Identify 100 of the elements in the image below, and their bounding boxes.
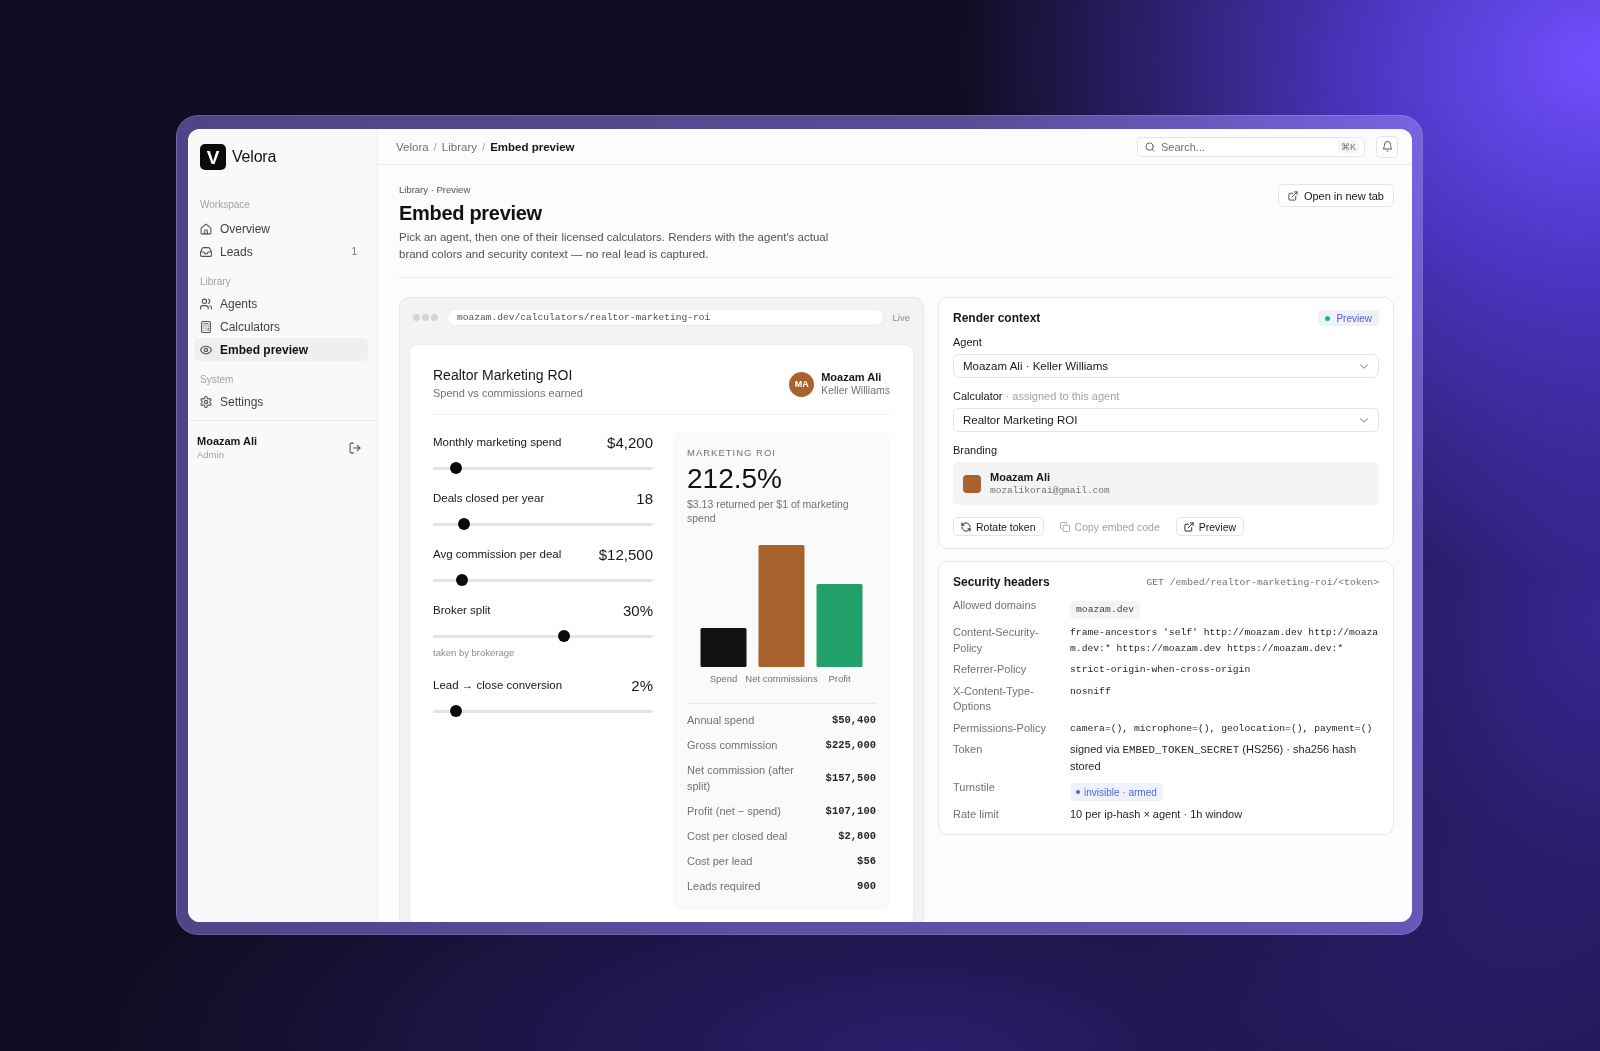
stat-value: 900 xyxy=(856,879,876,892)
search-icon xyxy=(1145,141,1155,152)
header-name: Content-Security-Policy xyxy=(953,625,1040,656)
slider-thumb[interactable] xyxy=(457,518,470,530)
open-new-tab-button[interactable]: Open in new tab xyxy=(1277,184,1394,207)
stat-label: Leads required xyxy=(687,878,762,894)
inbox-icon xyxy=(200,245,212,258)
dropdown[interactable]: Realtor Marketing ROI xyxy=(953,408,1379,432)
slider-thumb[interactable] xyxy=(455,574,468,586)
stat-label: Cost per lead xyxy=(687,853,754,869)
section-label: Workspace xyxy=(199,198,251,212)
user-role: Admin xyxy=(197,448,225,461)
logout-icon[interactable] xyxy=(349,441,361,454)
breadcrumb-separator: / xyxy=(481,140,486,153)
breadcrumb-link[interactable]: Library xyxy=(441,140,477,153)
header-value: strict-origin-when-cross-origin xyxy=(1070,663,1252,677)
stat-label: Cost per closed deal xyxy=(687,828,789,844)
metric-caption: $3.13 returned per $1 of marketing spend xyxy=(687,497,850,525)
slider-thumb[interactable] xyxy=(449,462,462,474)
slider-label: Broker split xyxy=(433,604,491,616)
slider-thumb[interactable] xyxy=(557,630,570,642)
slider-label: Lead → close conversion xyxy=(433,679,563,691)
breadcrumb-current: Embed preview xyxy=(490,140,575,153)
chart-label: Net commissions xyxy=(745,673,818,684)
live-label: Live xyxy=(892,311,910,323)
user-name: Moazam Ali xyxy=(197,434,258,448)
nav-item[interactable]: Leads 1 xyxy=(194,240,368,263)
nav-item[interactable]: Calculators xyxy=(194,315,368,338)
slider-label: Avg commission per deal xyxy=(433,548,562,560)
notifications-button[interactable] xyxy=(1376,135,1398,158)
copy-icon xyxy=(1059,521,1070,532)
home-icon xyxy=(200,222,212,235)
metric-value: 212.5% xyxy=(687,463,783,495)
nav-item[interactable]: Settings xyxy=(194,390,368,413)
action-button[interactable]: Rotate token xyxy=(953,517,1044,536)
header-name: Allowed domains xyxy=(953,598,1038,613)
external-link-icon xyxy=(1183,521,1194,532)
header-name: Rate limit xyxy=(953,807,1000,822)
action-button[interactable]: Preview xyxy=(1175,517,1245,536)
metric-label: MARKETING ROI xyxy=(687,447,777,459)
card-title: Render context xyxy=(953,311,1041,325)
stat-label: Profit (net − spend) xyxy=(687,803,782,819)
header-value: camera=(), microphone=(), geolocation=(), payment=() xyxy=(1070,721,1374,736)
section-label: System xyxy=(199,373,235,387)
stat-value: $107,100 xyxy=(825,804,876,817)
bell-icon xyxy=(1381,141,1393,152)
calculator-title: Realtor Marketing ROI xyxy=(433,367,574,384)
window-dots-icon xyxy=(413,313,438,321)
address-bar: moazam.dev/calculators/realtor-marketing-roi xyxy=(447,308,884,326)
field-label: Agent xyxy=(953,336,982,348)
external-link-icon xyxy=(1287,190,1298,201)
stat-value: $50,400 xyxy=(830,713,876,726)
chevron-down-icon xyxy=(1360,363,1368,369)
header-name: Permissions-Policy xyxy=(953,720,1047,736)
users-icon xyxy=(200,297,212,310)
eye-icon xyxy=(200,343,212,356)
nav-item[interactable]: Overview xyxy=(194,217,368,240)
dropdown[interactable]: Moazam Ali · Keller Williams xyxy=(953,354,1379,378)
stat-label: Net commission (after split) xyxy=(687,762,795,794)
item-count: 1 xyxy=(351,246,357,257)
stat-label: Gross commission xyxy=(687,737,779,753)
agent-company: Keller Williams xyxy=(821,384,890,397)
page-title: Embed preview xyxy=(399,201,543,225)
status-text: invisible · armed xyxy=(1084,786,1157,798)
brand-name: Moazam Ali xyxy=(990,470,1052,484)
breadcrumb-link[interactable]: Velora xyxy=(396,140,429,153)
stat-value: $2,800 xyxy=(837,829,876,842)
field-label: Branding xyxy=(953,444,998,456)
breadcrumb-separator: / xyxy=(433,140,437,153)
nav-item[interactable]: Agents xyxy=(194,292,368,315)
header-name: Token xyxy=(953,742,984,757)
status-dot-icon xyxy=(1076,790,1080,794)
field-label: Calculator xyxy=(953,390,1003,402)
header-name: Referrer-Policy xyxy=(953,662,1028,677)
slider-value: $4,200 xyxy=(607,433,653,451)
agent-name: Moazam Ali xyxy=(821,371,883,384)
header-name: X-Content-Type-Options xyxy=(953,683,1035,714)
nav-item[interactable]: Embed preview xyxy=(194,338,368,361)
stat-label: Annual spend xyxy=(687,712,756,728)
logo-mark: V xyxy=(200,144,226,170)
slider-value: $12,500 xyxy=(598,545,653,563)
status-dot-icon xyxy=(1325,315,1331,321)
settings-icon xyxy=(200,395,212,408)
page-eyebrow: Library · Preview xyxy=(399,184,472,196)
refresh-icon xyxy=(961,521,971,532)
slider-value: 2% xyxy=(631,676,653,694)
header-value: 10 per ip-hash × agent · 1h window xyxy=(1070,807,1244,822)
slider-value: 30% xyxy=(622,601,653,619)
slider-thumb[interactable] xyxy=(449,705,462,717)
badge-label: Preview xyxy=(1336,312,1372,324)
field-note: · assigned to this agent xyxy=(1005,390,1120,402)
header-value: frame-ancestors 'self' http://moazam.dev http://moazam.dev:* https://moazam.dev https://moazam.dev:* xyxy=(1070,626,1379,656)
header-name: Turnstile xyxy=(953,780,996,795)
slider-hint: taken by brokerage xyxy=(433,647,516,659)
brand-email: mozalikorai@gmail.com xyxy=(990,484,1110,497)
brand-name: Velora xyxy=(232,148,277,166)
initials-avatar: MA xyxy=(789,371,815,397)
header-value: signed via EMBED_TOKEN_SECRET (HS256) · sha256 hash stored xyxy=(1070,742,1358,774)
slider-label: Monthly marketing spend xyxy=(433,436,562,448)
slider-value: 18 xyxy=(636,489,653,507)
